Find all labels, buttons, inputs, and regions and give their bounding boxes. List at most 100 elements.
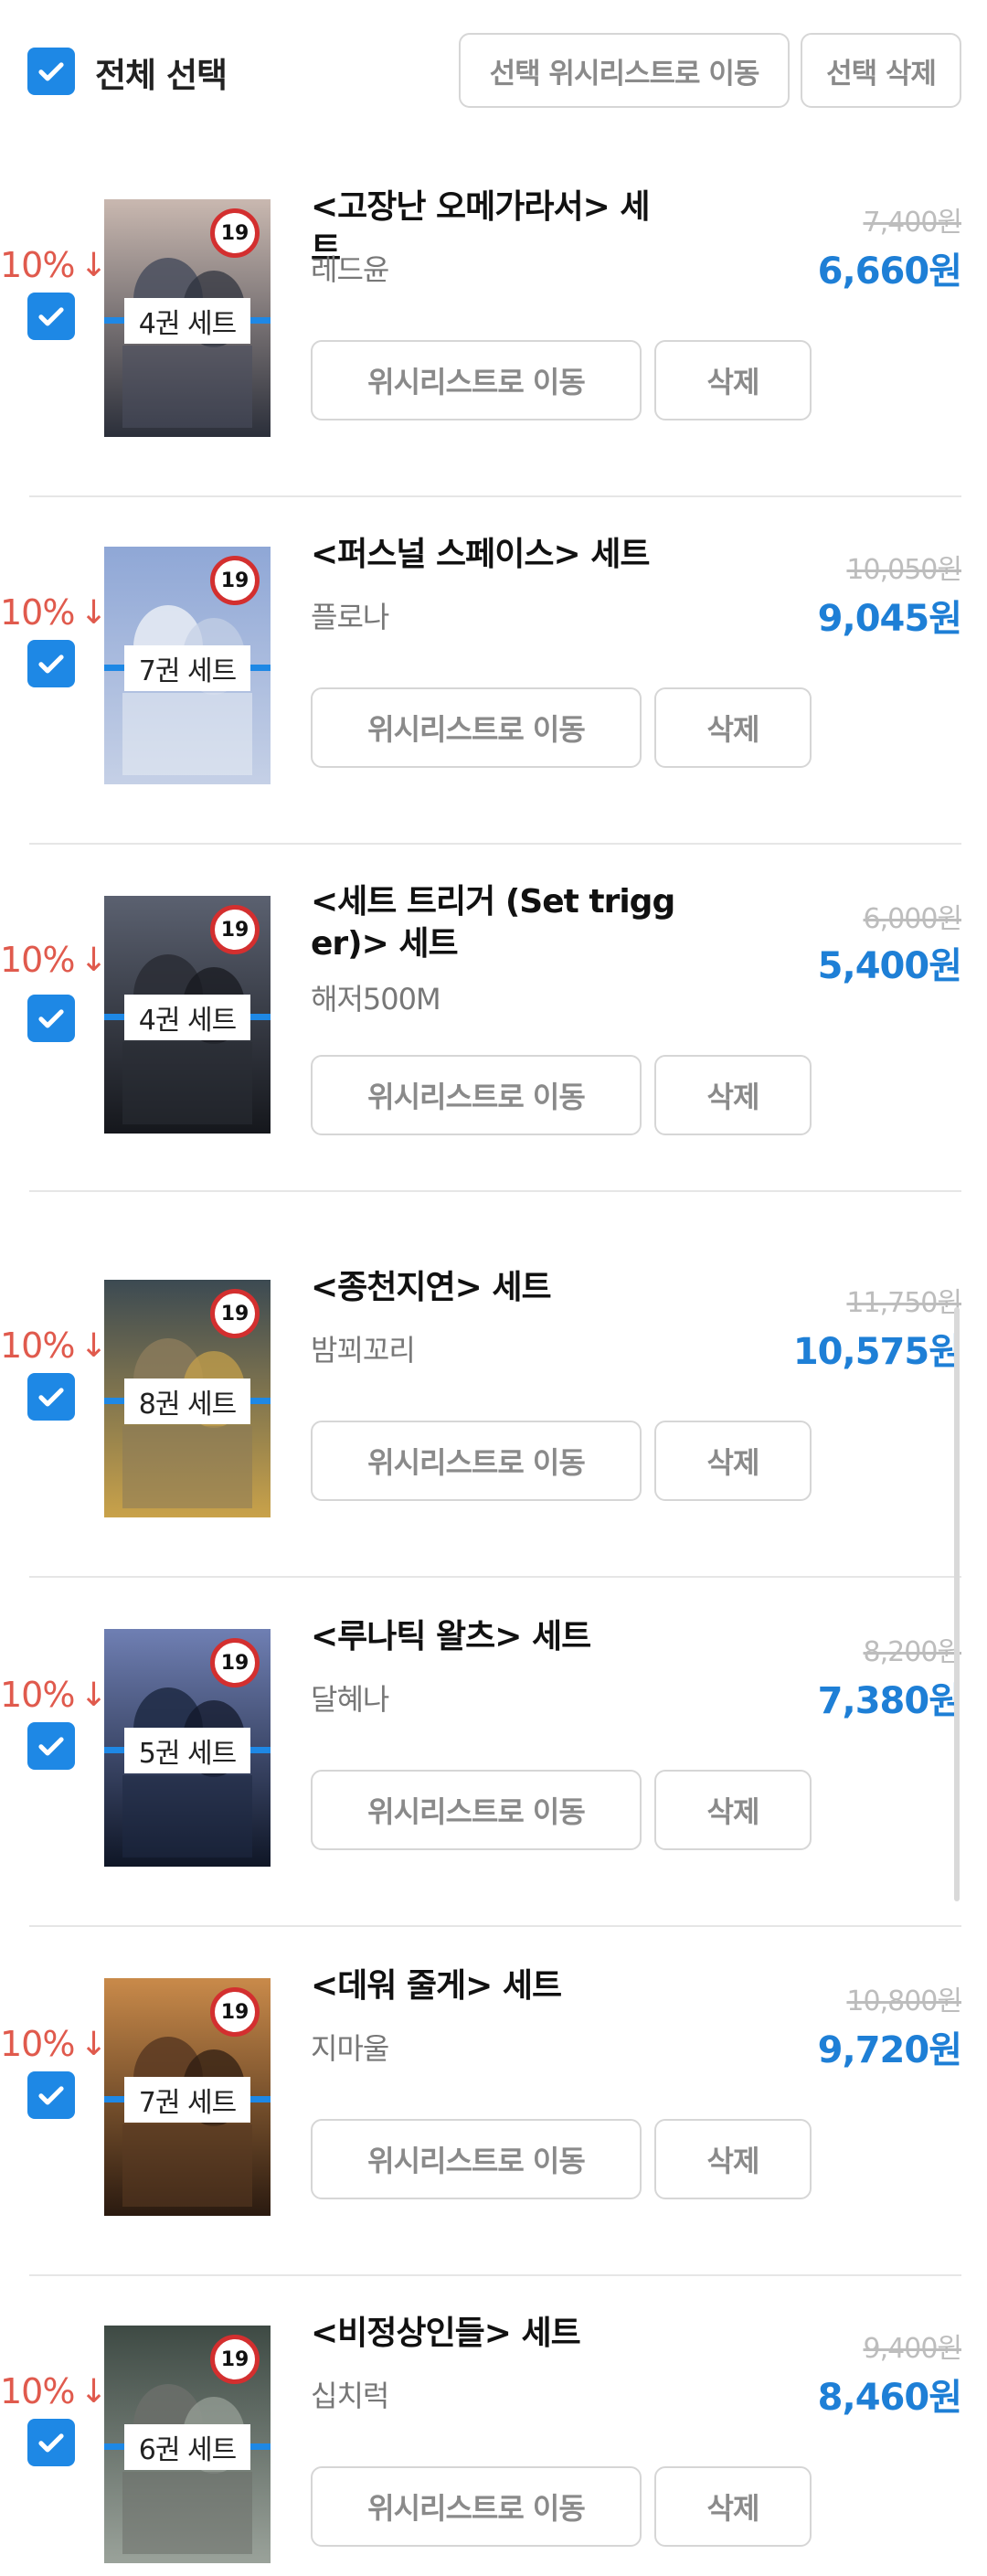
down-arrow-icon: ↓ <box>80 1676 107 1714</box>
delete-selected-button[interactable]: 선택 삭제 <box>801 33 961 108</box>
volume-count-badge: 7권 세트 <box>104 2077 271 2123</box>
volume-count-badge: 4권 세트 <box>104 298 271 344</box>
book-title[interactable]: <루나틱 왈츠> 세트 <box>311 1616 676 1658</box>
down-arrow-icon: ↓ <box>80 246 107 284</box>
delete-button[interactable]: 삭제 <box>654 2466 812 2547</box>
checkmark-icon <box>38 1009 64 1028</box>
age-rating-text: 19 <box>220 2000 249 2024</box>
book-title[interactable]: <종천지연> 세트 <box>311 1267 676 1309</box>
age-rating-text: 19 <box>220 2347 249 2371</box>
book-title[interactable]: <데워 줄게> 세트 <box>311 1965 676 2007</box>
select-all-checkbox[interactable] <box>27 48 75 95</box>
book-author[interactable]: 달혜나 <box>311 1677 389 1719</box>
age-rating-text: 19 <box>220 569 249 592</box>
badge-line-right <box>250 2443 271 2450</box>
original-price: 11,750원 <box>846 1287 962 1319</box>
list-item: 19 7권 세트 <데워 줄게> 세트 지마울 10,800원 10% ↓ 9,… <box>0 1925 987 2276</box>
discount-rate: 10% ↓ <box>0 1325 108 1366</box>
delete-button[interactable]: 삭제 <box>654 687 812 768</box>
discount-rate: 10% ↓ <box>0 2371 108 2411</box>
sale-price: 8,460원 <box>817 2377 962 2419</box>
delete-button[interactable]: 삭제 <box>654 1055 812 1135</box>
volume-count-label: 6권 세트 <box>124 2424 250 2470</box>
down-arrow-icon: ↓ <box>80 1326 107 1365</box>
age-rating-badge: 19 <box>210 2335 260 2384</box>
move-to-wishlist-button[interactable]: 위시리스트로 이동 <box>311 1055 642 1135</box>
checkmark-icon <box>38 1388 64 1407</box>
item-checkbox[interactable] <box>27 1373 75 1421</box>
age-rating-text: 19 <box>220 918 249 942</box>
down-arrow-icon: ↓ <box>80 593 107 632</box>
move-to-wishlist-button[interactable]: 위시리스트로 이동 <box>311 2119 642 2199</box>
down-arrow-icon: ↓ <box>80 2025 107 2063</box>
badge-line-left <box>104 317 124 324</box>
list-item: 19 5권 세트 <루나틱 왈츠> 세트 달혜나 8,200원 10% ↓ 7,… <box>0 1576 987 1927</box>
book-author[interactable]: 해저500M <box>311 976 441 1018</box>
age-rating-badge: 19 <box>210 1638 260 1687</box>
sale-price: 5,400원 <box>817 945 962 987</box>
checkmark-icon <box>38 62 64 81</box>
sale-price: 7,380원 <box>817 1680 962 1722</box>
volume-count-label: 4권 세트 <box>124 995 250 1040</box>
volume-count-badge: 4권 세트 <box>104 995 271 1040</box>
item-checkbox[interactable] <box>27 1722 75 1770</box>
original-price: 9,400원 <box>863 2333 962 2365</box>
discount-text: 10% <box>0 592 75 633</box>
badge-line-left <box>104 1014 124 1020</box>
original-price: 10,050원 <box>846 554 962 586</box>
checkmark-icon <box>38 2433 64 2453</box>
volume-count-badge: 5권 세트 <box>104 1728 271 1773</box>
badge-line-right <box>250 2096 271 2102</box>
book-title[interactable]: <퍼스널 스페이스> 세트 <box>311 534 676 576</box>
scrollbar[interactable] <box>954 1307 960 1901</box>
original-price: 7,400원 <box>863 207 962 239</box>
book-author[interactable]: 십치럭 <box>311 2373 389 2415</box>
sale-price: 9,045원 <box>817 598 962 640</box>
volume-count-badge: 7권 세트 <box>104 645 271 691</box>
discount-rate: 10% ↓ <box>0 592 108 633</box>
move-to-wishlist-button[interactable]: 위시리스트로 이동 <box>311 1770 642 1850</box>
age-rating-text: 19 <box>220 1651 249 1675</box>
move-to-wishlist-button[interactable]: 위시리스트로 이동 <box>311 2466 642 2547</box>
badge-line-left <box>104 2096 124 2102</box>
book-title[interactable]: <세트 트리거 (Set trigger)> 세트 <box>311 881 676 965</box>
age-rating-text: 19 <box>220 221 249 245</box>
book-author[interactable]: 지마울 <box>311 2026 389 2068</box>
book-title[interactable]: <비정상인들> 세트 <box>311 2313 676 2355</box>
item-checkbox[interactable] <box>27 2419 75 2466</box>
item-checkbox[interactable] <box>27 995 75 1042</box>
down-arrow-icon: ↓ <box>80 941 107 979</box>
badge-line-left <box>104 1747 124 1753</box>
divider <box>29 1190 961 1192</box>
sale-price: 6,660원 <box>817 250 962 293</box>
select-all-label: 전체 선택 <box>95 56 228 95</box>
discount-text: 10% <box>0 2371 75 2411</box>
discount-text: 10% <box>0 1675 75 1715</box>
delete-button[interactable]: 삭제 <box>654 1770 812 1850</box>
move-selected-to-wishlist-button[interactable]: 선택 위시리스트로 이동 <box>459 33 790 108</box>
delete-button[interactable]: 삭제 <box>654 2119 812 2199</box>
age-rating-badge: 19 <box>210 1289 260 1338</box>
wishlist-header: 전체 선택 선택 위시리스트로 이동 선택 삭제 <box>0 0 987 146</box>
delete-button[interactable]: 삭제 <box>654 1421 812 1501</box>
badge-line-left <box>104 1398 124 1404</box>
volume-count-label: 5권 세트 <box>124 1728 250 1773</box>
item-checkbox[interactable] <box>27 640 75 687</box>
book-author[interactable]: 플로나 <box>311 594 389 636</box>
book-author[interactable]: 밤꾀꼬리 <box>311 1327 416 1369</box>
checkmark-icon <box>38 655 64 674</box>
move-to-wishlist-button[interactable]: 위시리스트로 이동 <box>311 687 642 768</box>
list-item: 19 8권 세트 <종천지연> 세트 밤꾀꼬리 11,750원 10% ↓ 10… <box>0 1227 987 1578</box>
volume-count-badge: 8권 세트 <box>104 1378 271 1424</box>
list-item: 19 4권 세트 <고장난 오메가라서> 세트 레드윤 7,400원 10% ↓… <box>0 146 987 497</box>
delete-button[interactable]: 삭제 <box>654 340 812 420</box>
move-to-wishlist-button[interactable]: 위시리스트로 이동 <box>311 1421 642 1501</box>
discount-text: 10% <box>0 940 75 980</box>
volume-count-label: 4권 세트 <box>124 298 250 344</box>
move-to-wishlist-button[interactable]: 위시리스트로 이동 <box>311 340 642 420</box>
item-checkbox[interactable] <box>27 293 75 340</box>
book-author[interactable]: 레드윤 <box>311 247 389 289</box>
volume-count-badge: 6권 세트 <box>104 2424 271 2470</box>
badge-line-right <box>250 1747 271 1753</box>
item-checkbox[interactable] <box>27 2071 75 2119</box>
